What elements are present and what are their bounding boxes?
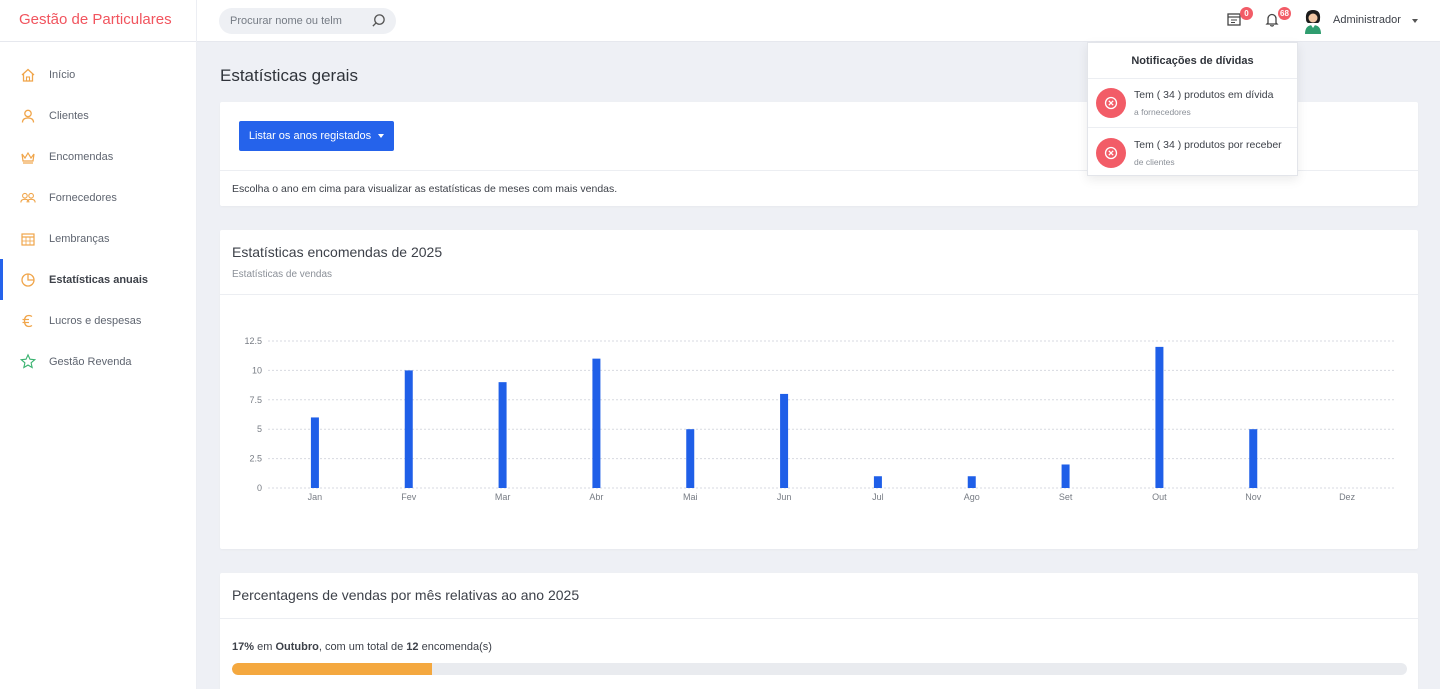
calendar-icon bbox=[20, 231, 36, 247]
calendar-badge: 0 bbox=[1240, 7, 1253, 20]
euro-icon bbox=[20, 313, 36, 329]
sidebar-item-label: Clientes bbox=[49, 109, 89, 122]
percentage-in: em bbox=[257, 641, 273, 653]
percentage-suffix: encomenda(s) bbox=[421, 641, 492, 653]
x-tick-label: Dez bbox=[1339, 492, 1356, 502]
x-tick-label: Jan bbox=[308, 492, 323, 502]
bar-mai bbox=[686, 429, 695, 488]
progress-fill bbox=[232, 663, 432, 675]
progress-bar bbox=[232, 663, 1407, 675]
calendar-notifications-button[interactable]: 0 bbox=[1227, 7, 1253, 30]
x-tick-label: Mai bbox=[683, 492, 698, 502]
bar-out bbox=[1155, 346, 1164, 488]
avatar[interactable] bbox=[1302, 8, 1324, 34]
error-icon bbox=[1096, 137, 1126, 168]
bar-abr bbox=[592, 358, 601, 488]
sidebar-item-clientes[interactable]: Clientes bbox=[0, 95, 196, 136]
y-tick-label: 0 bbox=[257, 483, 262, 493]
x-tick-label: Out bbox=[1152, 492, 1167, 502]
bar-nov bbox=[1249, 429, 1258, 488]
x-tick-label: Jul bbox=[872, 492, 884, 502]
sidebar-item-gestao-revenda[interactable]: Gestão Revenda bbox=[0, 341, 196, 382]
sidebar-item-inicio[interactable]: Início bbox=[0, 54, 196, 95]
bar-jan bbox=[310, 417, 319, 488]
sidebar-item-label: Gestão Revenda bbox=[49, 355, 132, 368]
percentages-title: Percentagens de vendas por mês relativas… bbox=[232, 587, 580, 603]
bar-chart: 0 2.5 5 7.5 10 12.5 Jan Fev Mar Abr Mai Jun Jul Ago Se… bbox=[244, 336, 1394, 502]
chevron-down-icon[interactable] bbox=[1412, 19, 1418, 23]
brand-title[interactable]: Gestão de Particulares bbox=[0, 0, 197, 42]
percentages-card: Percentagens de vendas por mês relativas… bbox=[220, 573, 1418, 689]
sidebar-item-label: Fornecedores bbox=[49, 191, 117, 204]
sidebar-item-lucros-despesas[interactable]: Lucros e despesas bbox=[0, 300, 196, 341]
user-icon bbox=[20, 108, 36, 124]
bar-jul bbox=[873, 476, 882, 488]
error-icon bbox=[1096, 88, 1126, 118]
x-tick-label: Set bbox=[1059, 492, 1073, 502]
percentage-count: 12 bbox=[406, 641, 419, 653]
sidebar-item-fornecedores[interactable]: Fornecedores bbox=[0, 177, 196, 218]
x-tick-label: Fev bbox=[401, 492, 417, 502]
notification-text: Tem ( 34 ) produtos por receber bbox=[1134, 138, 1282, 151]
notification-item[interactable]: Tem ( 34 ) produtos por receber de clien… bbox=[1088, 128, 1297, 177]
sidebar-item-estatisticas-anuais[interactable]: Estatísticas anuais bbox=[0, 259, 196, 300]
x-tick-label: Nov bbox=[1245, 492, 1262, 502]
bell-badge: 68 bbox=[1278, 7, 1291, 20]
divider bbox=[220, 618, 1418, 619]
page-title: Estatísticas gerais bbox=[220, 66, 358, 85]
bell-notifications-button[interactable]: 68 bbox=[1265, 7, 1291, 30]
list-years-button[interactable]: Listar os anos registados bbox=[239, 121, 394, 151]
y-tick-label: 10 bbox=[252, 365, 262, 375]
star-icon bbox=[20, 353, 36, 370]
percentage-line: 17% em Outubro, com um total de 12 encom… bbox=[232, 641, 492, 653]
bell-icon bbox=[1265, 13, 1279, 27]
notification-item[interactable]: Tem ( 34 ) produtos em dívida a forneced… bbox=[1088, 79, 1297, 128]
chart-card: Estatísticas encomendas de 2025 Estatíst… bbox=[220, 230, 1418, 549]
sidebar-item-label: Lembranças bbox=[49, 232, 110, 245]
sidebar-item-label: Estatísticas anuais bbox=[49, 273, 149, 286]
bar-set bbox=[1061, 464, 1070, 488]
x-tick-label: Jun bbox=[777, 492, 792, 502]
sidebar-item-label: Encomendas bbox=[49, 150, 114, 163]
y-tick-label: 2.5 bbox=[249, 454, 262, 464]
y-tick-label: 12.5 bbox=[244, 336, 262, 346]
sidebar-item-lembrancas[interactable]: Lembranças bbox=[0, 218, 196, 259]
top-bar: Gestão de Particulares 0 68 Administrado… bbox=[0, 0, 1440, 42]
x-tick-label: Ago bbox=[964, 492, 980, 502]
search-icon[interactable] bbox=[371, 13, 386, 28]
notification-subtext: de clientes bbox=[1134, 156, 1175, 167]
x-tick-label: Mar bbox=[495, 492, 511, 502]
users-icon bbox=[20, 190, 36, 206]
bar-fev bbox=[404, 370, 413, 488]
notification-subtext: a fornecedores bbox=[1134, 107, 1191, 117]
percentage-month: Outubro bbox=[275, 641, 319, 653]
crown-icon bbox=[20, 149, 36, 165]
user-name[interactable]: Administrador bbox=[1333, 14, 1401, 26]
pie-chart-icon bbox=[20, 272, 36, 288]
search-input[interactable] bbox=[230, 15, 366, 27]
bar-jun bbox=[780, 393, 789, 488]
x-tick-label: Abr bbox=[589, 492, 603, 502]
percentage-value: 17% bbox=[232, 641, 255, 653]
notifications-dropdown: Notificações de dívidas Tem ( 34 ) produ… bbox=[1087, 42, 1298, 176]
list-years-label: Listar os anos registados bbox=[248, 130, 372, 142]
sidebar-item-encomendas[interactable]: Encomendas bbox=[0, 136, 196, 177]
sidebar-item-label: Início bbox=[49, 68, 76, 81]
bar-ago bbox=[967, 476, 976, 488]
search-box[interactable] bbox=[219, 8, 396, 34]
caret-down-icon bbox=[378, 134, 385, 138]
hint-text: Escolha o ano em cima para visualizar as… bbox=[232, 183, 618, 195]
sidebar: Início Clientes Encomendas Fornecedores … bbox=[0, 42, 197, 689]
notifications-title: Notificações de dívidas bbox=[1088, 43, 1297, 79]
y-tick-label: 7.5 bbox=[249, 395, 262, 405]
calendar-icon bbox=[1227, 13, 1241, 26]
notification-text: Tem ( 34 ) produtos em dívida bbox=[1134, 89, 1274, 101]
y-tick-label: 5 bbox=[257, 424, 262, 434]
home-icon bbox=[20, 67, 36, 83]
bar-mar bbox=[498, 382, 507, 488]
percentage-mid: , com um total de bbox=[318, 641, 404, 653]
sidebar-item-label: Lucros e despesas bbox=[49, 314, 142, 327]
